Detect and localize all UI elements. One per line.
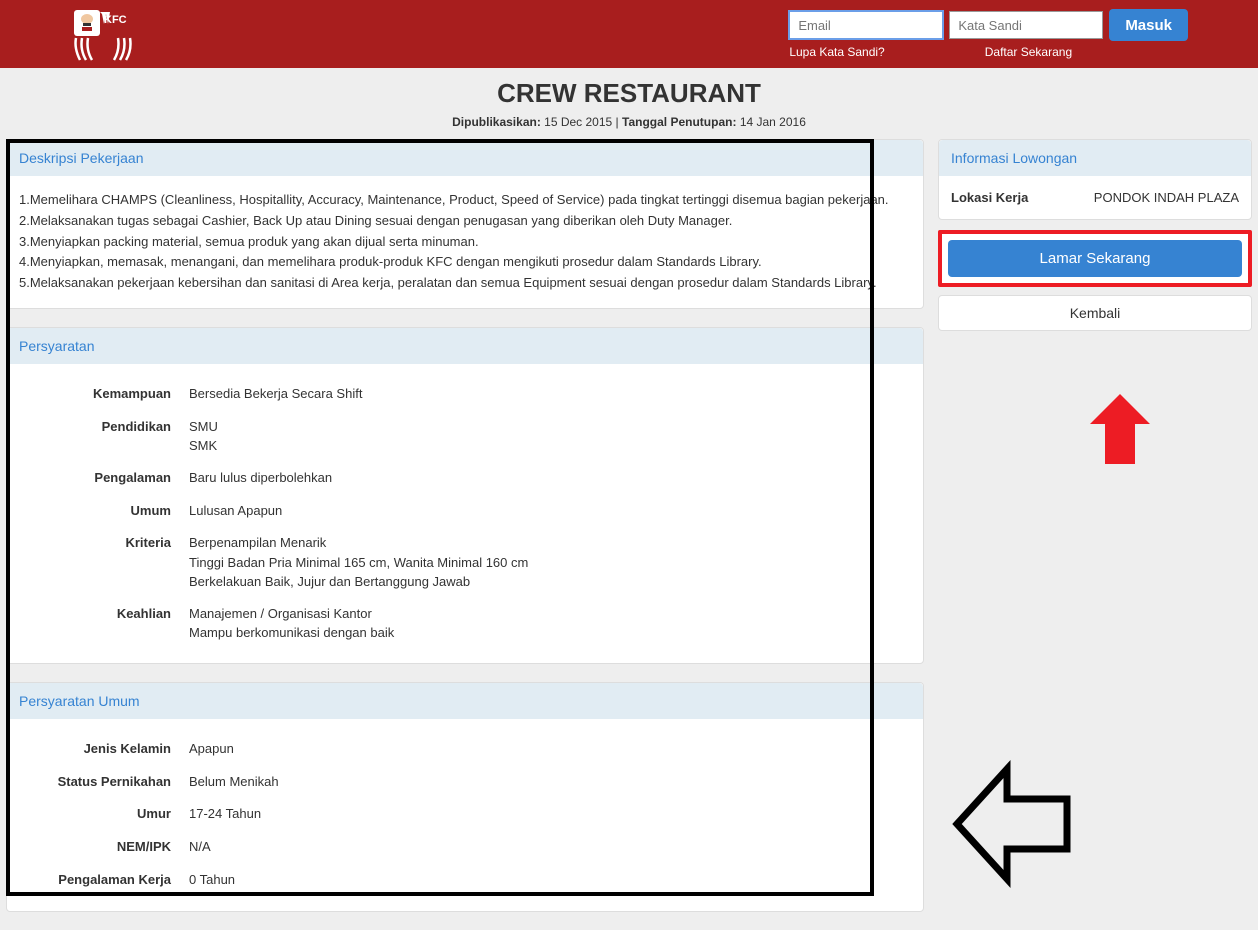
row-value: 0 Tahun <box>189 870 911 891</box>
row-value: Baru lulus diperbolehkan <box>189 468 911 489</box>
page-meta: Dipublikasikan: 15 Dec 2015 | Tanggal Pe… <box>6 115 1252 129</box>
table-row: NEM/IPKN/A <box>19 831 911 864</box>
job-details-column: Deskripsi Pekerjaan 1.Memelihara CHAMPS … <box>6 139 924 930</box>
row-value: N/A <box>189 837 911 858</box>
row-value: Belum Menikah <box>189 772 911 793</box>
table-row: PendidikanSMU SMK <box>19 411 911 462</box>
description-body: 1.Memelihara CHAMPS (Cleanliness, Hospit… <box>7 176 923 308</box>
row-label: Pengalaman Kerja <box>19 870 189 891</box>
row-label: NEM/IPK <box>19 837 189 858</box>
row-label: Status Pernikahan <box>19 772 189 793</box>
kfc-logo-icon: KFC <box>70 8 142 62</box>
table-row: PengalamanBaru lulus diperbolehkan <box>19 462 911 495</box>
forgot-password-link[interactable]: Lupa Kata Sandi? <box>789 45 884 59</box>
row-value: Berpenampilan Menarik Tinggi Badan Pria … <box>189 533 911 592</box>
requirements-heading: Persyaratan <box>7 328 923 364</box>
general-requirements-heading: Persyaratan Umum <box>7 683 923 719</box>
general-requirements-panel: Persyaratan Umum Jenis KelaminApapunStat… <box>6 682 924 912</box>
brand-logo[interactable]: KFC <box>70 6 142 62</box>
requirements-panel: Persyaratan KemampuanBersedia Bekerja Se… <box>6 327 924 664</box>
row-label: Umum <box>19 501 189 522</box>
register-link[interactable]: Daftar Sekarang <box>985 45 1072 59</box>
row-label: Pengalaman <box>19 468 189 489</box>
apply-now-button[interactable]: Lamar Sekarang <box>948 240 1242 277</box>
password-input[interactable] <box>949 11 1103 39</box>
table-row: KemampuanBersedia Bekerja Secara Shift <box>19 378 911 411</box>
row-value: SMU SMK <box>189 417 911 456</box>
table-row: UmumLulusan Apapun <box>19 495 911 528</box>
back-button[interactable]: Kembali <box>938 295 1252 331</box>
row-label: Kemampuan <box>19 384 189 405</box>
row-value: Lulusan Apapun <box>189 501 911 522</box>
row-value: Apapun <box>189 739 911 760</box>
page-title: CREW RESTAURANT <box>6 78 1252 109</box>
login-button[interactable]: Masuk <box>1109 9 1188 41</box>
row-value: Bersedia Bekerja Secara Shift <box>189 384 911 405</box>
location-value: PONDOK INDAH PLAZA <box>1094 190 1239 205</box>
email-input[interactable] <box>789 11 943 39</box>
description-panel: Deskripsi Pekerjaan 1.Memelihara CHAMPS … <box>6 139 924 309</box>
table-row: Pengalaman Kerja0 Tahun <box>19 864 911 897</box>
table-row: Jenis KelaminApapun <box>19 733 911 766</box>
location-label: Lokasi Kerja <box>951 190 1028 205</box>
apply-box: Lamar Sekarang <box>938 230 1252 287</box>
description-heading: Deskripsi Pekerjaan <box>7 140 923 176</box>
table-row: KriteriaBerpenampilan Menarik Tinggi Bad… <box>19 527 911 598</box>
row-label: Jenis Kelamin <box>19 739 189 760</box>
job-info-panel: Informasi Lowongan Lokasi Kerja PONDOK I… <box>938 139 1252 220</box>
row-value: 17-24 Tahun <box>189 804 911 825</box>
table-row: KeahlianManajemen / Organisasi Kantor Ma… <box>19 598 911 649</box>
app-header: KFC Masuk Lupa Kata Sandi? Daftar Sekara… <box>0 0 1258 68</box>
row-label: Umur <box>19 804 189 825</box>
svg-text:KFC: KFC <box>104 14 127 26</box>
row-value: Manajemen / Organisasi Kantor Mampu berk… <box>189 604 911 643</box>
sidebar-column: Informasi Lowongan Lokasi Kerja PONDOK I… <box>938 139 1252 930</box>
table-row: Status PernikahanBelum Menikah <box>19 766 911 799</box>
row-label: Kriteria <box>19 533 189 592</box>
row-label: Pendidikan <box>19 417 189 456</box>
table-row: Umur17-24 Tahun <box>19 798 911 831</box>
job-info-heading: Informasi Lowongan <box>939 140 1251 176</box>
row-label: Keahlian <box>19 604 189 643</box>
